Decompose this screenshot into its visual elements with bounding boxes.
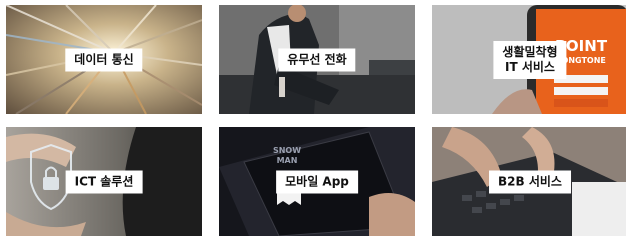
service-tile-b2b[interactable]: B2B 서비스 xyxy=(432,127,626,236)
service-label: 데이터 통신 xyxy=(65,48,143,71)
service-label: B2B 서비스 xyxy=(489,170,571,193)
service-label: 생활밀착형 IT 서비스 xyxy=(493,40,567,79)
service-label: 유무선 전화 xyxy=(278,48,356,71)
service-label: ICT 솔루션 xyxy=(65,170,143,193)
service-label-line-1: 생활밀착형 xyxy=(502,44,558,59)
service-label: 모바일 App xyxy=(276,170,358,193)
service-tile-data-communication[interactable]: 데이터 통신 xyxy=(6,5,202,114)
svg-text:MAN: MAN xyxy=(277,156,298,165)
service-tile-ict-solution[interactable]: ICT 솔루션 xyxy=(6,127,202,236)
service-tile-phone[interactable]: 유무선 전화 xyxy=(219,5,415,114)
svg-text:SNOW: SNOW xyxy=(273,146,301,155)
service-tile-mobile-app[interactable]: SNOW MAN 모바일 App xyxy=(219,127,415,236)
service-tile-lifestyle-it[interactable]: POINT TONGTONE 생활밀착형 IT 서비스 xyxy=(432,5,626,114)
service-label-line-2: IT 서비스 xyxy=(505,59,555,74)
